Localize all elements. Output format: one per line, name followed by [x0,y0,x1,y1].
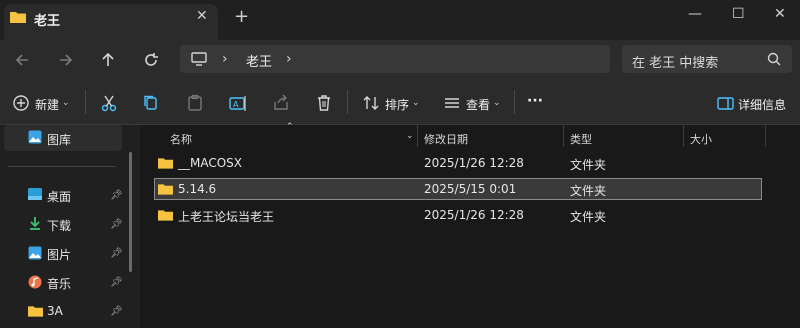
rename-icon[interactable]: A [228,93,248,113]
folder-icon [158,210,173,221]
sidebar-divider [8,166,116,167]
pictures-icon [28,246,42,260]
column-header-name[interactable]: 名称 [170,131,192,147]
new-tab-icon[interactable]: + [234,6,249,27]
minimize-icon[interactable]: — [688,6,702,22]
sidebar-item-label: 下载 [47,219,72,233]
search-input[interactable]: 在 老王 中搜索 [632,52,718,71]
pin-icon[interactable]: 📌︎ [110,219,123,230]
desktop-icon [28,188,42,200]
new-chevron-down-icon[interactable]: ⌄ [62,98,70,108]
file-name: 上老王论坛当老王 [178,210,275,224]
file-type: 文件夹 [570,158,607,172]
file-modified: 2025/5/15 0:01 [424,182,517,196]
column-header-size[interactable]: 大小 [690,131,712,147]
sort-button[interactable]: 排序 [385,96,409,113]
details-pane-icon[interactable] [716,93,736,113]
column-chevron-down-icon[interactable]: ⌄ [406,131,414,141]
column-divider[interactable] [563,125,564,147]
sort-chevron-down-icon[interactable]: ⌄ [412,98,420,108]
folder-icon [10,12,26,23]
toolbar-divider [85,90,86,114]
toolbar-divider [514,90,515,114]
svg-text:A: A [233,100,239,109]
column-header-type[interactable]: 类型 [570,131,592,147]
pin-icon[interactable]: 📌︎ [110,248,123,259]
copy-icon[interactable] [141,93,161,113]
column-divider[interactable] [683,125,684,147]
maximize-icon[interactable]: ☐ [732,6,745,22]
view-icon[interactable] [442,93,462,113]
refresh-icon[interactable] [140,50,162,70]
sidebar-item-label: 桌面 [47,190,72,204]
pin-icon[interactable]: 📌︎ [110,277,123,288]
tab-close-icon[interactable]: ✕ [196,8,208,24]
sidebar-item-3a[interactable] [4,298,122,324]
search-icon[interactable] [766,51,782,67]
new-icon[interactable] [11,93,31,113]
sidebar-scrollbar[interactable] [129,152,132,272]
file-type: 文件夹 [570,184,607,198]
folder-icon [28,306,43,317]
view-button[interactable]: 查看 [466,96,490,113]
sort-ascending-icon: ⌃ [286,122,294,132]
pin-icon[interactable]: 📌︎ [110,190,123,201]
folder-icon [158,184,173,195]
column-header-modified[interactable]: 修改日期 [424,131,468,147]
view-chevron-down-icon[interactable]: ⌄ [493,98,501,108]
sidebar-item-label: 图库 [47,133,72,147]
back-icon[interactable] [12,50,34,70]
sort-icon[interactable] [361,93,381,113]
more-options-icon[interactable]: ··· [527,93,543,109]
file-type: 文件夹 [570,210,607,224]
details-button[interactable]: 详细信息 [738,96,786,113]
tab-title: 老王 [34,14,61,29]
paste-icon[interactable] [185,93,205,113]
breadcrumb-separator-icon[interactable]: › [222,51,228,67]
download-icon [30,217,40,230]
forward-icon[interactable] [54,50,76,70]
breadcrumb-expand-icon[interactable]: › [286,51,292,67]
file-name: 5.14.6 [178,182,217,196]
sidebar-item-label: 音乐 [47,277,72,291]
address-bar[interactable] [180,45,610,73]
file-modified: 2025/1/26 12:28 [424,208,524,222]
up-icon[interactable] [97,50,119,70]
music-icon [28,275,42,289]
file-modified: 2025/1/26 12:28 [424,156,524,170]
delete-icon[interactable] [314,93,334,113]
folder-icon [158,158,173,169]
sidebar-item-label: 3A [47,304,63,318]
share-icon[interactable] [271,93,291,113]
sidebar-item-label: 图片 [47,248,72,262]
file-name: __MACOSX [178,156,243,170]
pin-icon[interactable]: 📌︎ [110,306,123,317]
breadcrumb-current[interactable]: 老王 [246,51,272,70]
column-divider[interactable] [417,125,418,147]
computer-icon [191,52,207,66]
window-close-icon[interactable]: ✕ [774,6,786,22]
cut-icon[interactable] [99,93,119,113]
gallery-icon [28,130,42,144]
toolbar-divider [347,90,348,114]
column-divider[interactable] [765,125,766,147]
new-button[interactable]: 新建 [35,96,59,113]
